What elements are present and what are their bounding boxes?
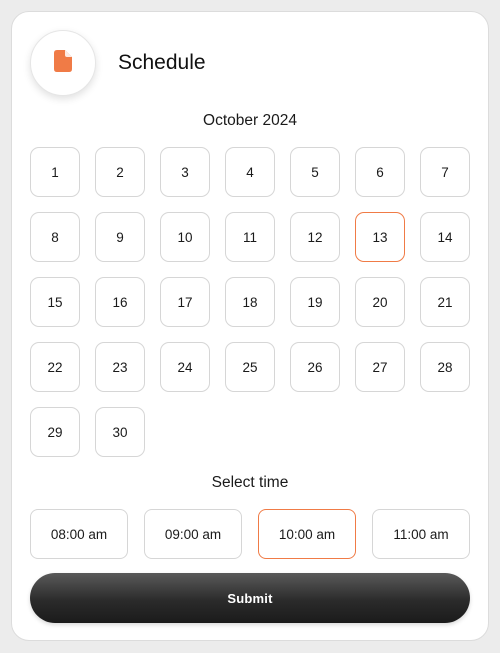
header: Schedule: [30, 30, 206, 96]
calendar-day[interactable]: 5: [290, 147, 340, 197]
calendar-day[interactable]: 7: [420, 147, 470, 197]
calendar-day[interactable]: 18: [225, 277, 275, 327]
time-slot-button[interactable]: 11:00 am: [372, 509, 470, 559]
calendar-day[interactable]: 13: [355, 212, 405, 262]
calendar-day[interactable]: 30: [95, 407, 145, 457]
calendar-day[interactable]: 27: [355, 342, 405, 392]
calendar-day[interactable]: 20: [355, 277, 405, 327]
time-slot-button[interactable]: 09:00 am: [144, 509, 242, 559]
calendar-day[interactable]: 29: [30, 407, 80, 457]
calendar-day[interactable]: 19: [290, 277, 340, 327]
calendar-day[interactable]: 24: [160, 342, 210, 392]
calendar-day[interactable]: 16: [95, 277, 145, 327]
calendar-grid: 1 2 3 4 5 6 7 8 9 10 11 12 13 14 15 16 17 18 19 20 21 22 23 24 2…: [30, 147, 470, 457]
time-slot-list: 08:00 am 09:00 am 10:00 am 11:00 am: [30, 509, 470, 559]
calendar-day[interactable]: 8: [30, 212, 80, 262]
calendar-day[interactable]: 6: [355, 147, 405, 197]
calendar-day[interactable]: 10: [160, 212, 210, 262]
calendar-day[interactable]: 22: [30, 342, 80, 392]
calendar-day[interactable]: 14: [420, 212, 470, 262]
calendar-day[interactable]: 28: [420, 342, 470, 392]
calendar-day[interactable]: 1: [30, 147, 80, 197]
calendar-day[interactable]: 12: [290, 212, 340, 262]
calendar-day[interactable]: 21: [420, 277, 470, 327]
calendar-day[interactable]: 2: [95, 147, 145, 197]
calendar-day[interactable]: 15: [30, 277, 80, 327]
page-title: Schedule: [118, 51, 206, 74]
calendar-day[interactable]: 26: [290, 342, 340, 392]
calendar-day[interactable]: 4: [225, 147, 275, 197]
time-slot-button[interactable]: 10:00 am: [258, 509, 356, 559]
calendar-month-label: October 2024: [203, 112, 297, 129]
calendar-day[interactable]: 17: [160, 277, 210, 327]
select-time-label: Select time: [211, 474, 289, 491]
submit-button[interactable]: Submit: [30, 573, 470, 623]
document-icon: [54, 49, 72, 77]
calendar-day[interactable]: 3: [160, 147, 210, 197]
schedule-card: Schedule October 2024 1 2 3 4 5 6 7 8 9 10 11 12 13 1…: [11, 11, 489, 641]
header-icon-badge: [30, 30, 96, 96]
calendar-day[interactable]: 25: [225, 342, 275, 392]
calendar-day[interactable]: 11: [225, 212, 275, 262]
calendar-day[interactable]: 23: [95, 342, 145, 392]
time-slot-button[interactable]: 08:00 am: [30, 509, 128, 559]
calendar-day[interactable]: 9: [95, 212, 145, 262]
